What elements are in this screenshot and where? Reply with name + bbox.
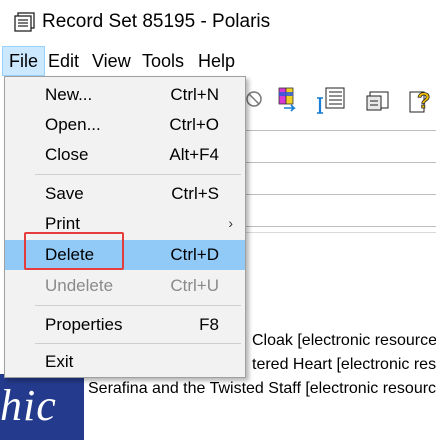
menu-edit[interactable]: Edit [42,46,85,76]
menu-separator [35,305,241,306]
file-menu-dropdown: New... Ctrl+N Open... Ctrl+O Close Alt+F… [4,76,246,378]
window-title: Record Set 85195 - Polaris [42,11,271,32]
menu-item-label: New... [45,85,93,104]
content-panel [240,232,436,332]
menu-item-label: Save [45,184,84,203]
menu-item-shortcut: Alt+F4 [169,145,219,164]
chevron-right-icon: › [228,215,233,231]
menu-item-label: Exit [45,352,74,371]
record-set-icon [14,12,35,32]
menu-separator [35,174,241,175]
banner-text: hic [0,381,57,430]
field-divider [240,194,436,195]
list-item[interactable]: Cloak [electronic resource] [252,332,436,350]
menu-item-shortcut: Ctrl+N [170,85,219,104]
menu-item-new[interactable]: New... Ctrl+N [5,80,245,110]
menu-file[interactable]: File [2,46,46,76]
menu-item-save[interactable]: Save Ctrl+S [5,179,245,209]
record-fields [240,122,436,232]
menu-item-shortcut: Ctrl+S [171,184,219,203]
menu-item-shortcut: Ctrl+U [170,276,219,295]
clear-icon[interactable] [244,86,264,112]
menu-item-shortcut: Ctrl+O [169,115,219,134]
menu-item-label: Properties [45,315,123,334]
side-banner: hic [0,374,84,440]
svg-text:?: ? [417,88,430,113]
menu-item-open[interactable]: Open... Ctrl+O [5,110,245,140]
title-bar: Record Set 85195 - Polaris [0,0,436,46]
menu-help[interactable]: Help [192,46,241,76]
menu-view[interactable]: View [86,46,137,76]
delete-highlight-callout [24,232,124,270]
menu-item-undelete: Undelete Ctrl+U [5,271,245,301]
field-divider [240,226,436,227]
menu-separator [35,343,241,344]
properties-icon[interactable] [364,86,392,114]
columns-icon[interactable] [276,86,306,114]
menu-item-close[interactable]: Close Alt+F4 [5,140,245,170]
menu-item-label: Undelete [45,276,114,295]
menu-item-shortcut: F8 [199,315,219,334]
list-item[interactable]: Serafina and the Twisted Staff [electron… [88,380,436,398]
field-divider [240,130,436,131]
help-icon[interactable]: ? [408,86,436,116]
menu-item-label: Close [45,145,89,164]
menu-item-shortcut: Ctrl+D [170,245,219,264]
list-item[interactable]: tered Heart [electronic reso [252,356,436,374]
toolbar: ? [240,78,436,122]
menu-item-label: Open... [45,115,101,134]
menu-item-exit[interactable]: Exit [5,347,245,377]
record-list-icon[interactable] [316,86,350,116]
menu-item-label: Print [45,214,80,233]
menu-tools[interactable]: Tools [136,46,190,76]
menu-item-properties[interactable]: Properties F8 [5,310,245,340]
field-divider [240,162,436,163]
menu-bar: File Edit View Tools Help [0,46,436,76]
